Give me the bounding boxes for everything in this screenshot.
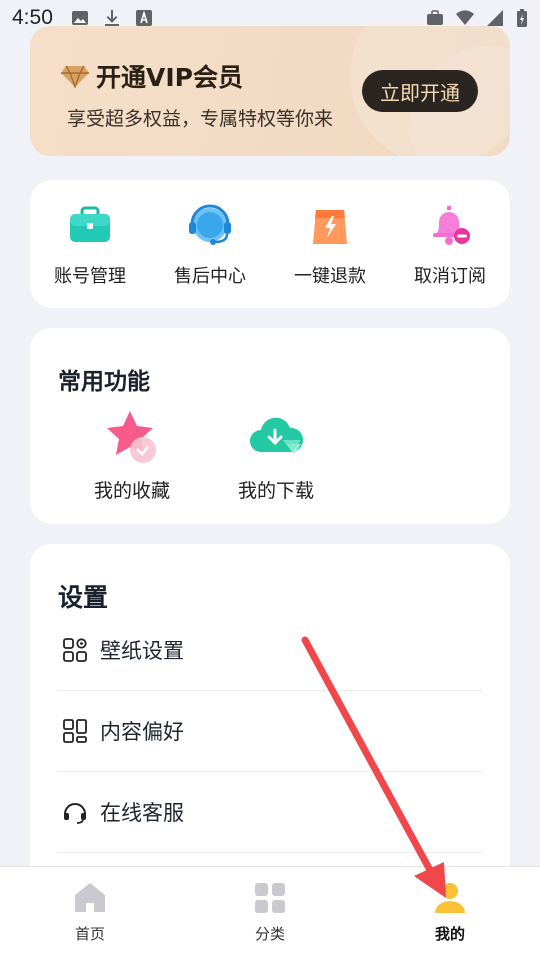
image-icon [71,11,88,25]
tab-home-label: 首页 [74,925,105,943]
vip-subtitle: 享受超多权益，专属特权等你来 [67,108,334,130]
cancel-subscription-button[interactable]: 取消订阅 [390,180,510,308]
common-functions-title: 常用功能 [58,369,150,395]
download-icon [104,10,119,26]
diamond-icon [61,65,89,88]
cloud-download-icon [250,417,304,454]
settings-title: 设置 [58,583,109,612]
content-preference-label: 内容偏好 [100,720,184,744]
vip-title: 开通VIP会员 [96,63,243,92]
tab-mine-label: 我的 [434,925,465,943]
layout-icon [63,719,87,743]
account-management-label: 账号管理 [54,266,126,287]
my-favorites-label: 我的收藏 [93,480,170,502]
tab-category-label: 分类 [254,925,285,943]
tab-mine[interactable]: 我的 [360,867,540,960]
vip-banner[interactable]: 开通VIP会员 享受超多权益，专属特权等你来 立即开通 [30,26,510,156]
star-heart-icon [107,411,156,463]
headphones-icon [64,803,86,824]
one-click-refund-button[interactable]: 一键退款 [270,180,390,308]
work-profile-icon [427,10,443,25]
home-icon [75,883,105,912]
headset-icon [189,204,231,245]
signal-icon [487,10,503,26]
my-downloads-button[interactable]: 我的下载 [216,408,336,503]
online-service-label: 在线客服 [100,801,184,825]
refund-bag-icon [313,210,347,244]
vip-title-row: 开通VIP会员 [60,58,243,94]
after-sales-button[interactable]: 售后中心 [150,180,270,308]
after-sales-label: 售后中心 [174,266,246,287]
tab-category[interactable]: 分类 [180,867,360,960]
category-grid-icon [255,883,285,913]
font-icon [135,10,152,26]
wallpaper-settings-label: 壁纸设置 [100,639,184,663]
bottom-nav: 首页 分类 我的 [0,866,540,960]
briefcase-icon [70,206,110,242]
content-preference-row[interactable]: 内容偏好 [58,691,482,772]
user-icon [435,883,465,913]
cancel-subscription-label: 取消订阅 [414,266,486,287]
wifi-icon [456,10,474,25]
grid-gear-icon [63,638,87,662]
wallpaper-settings-row[interactable]: 壁纸设置 [58,610,482,691]
quick-actions-card: 账号管理 售后中心 一键退款 取消订阅 [30,180,510,308]
my-downloads-label: 我的下载 [237,480,314,502]
battery-icon [517,9,527,27]
tab-home[interactable]: 首页 [0,867,180,960]
online-service-row[interactable]: 在线客服 [58,772,482,853]
my-favorites-button[interactable]: 我的收藏 [72,408,192,503]
bell-minus-icon [433,206,470,245]
common-functions-card: 常用功能 我的收藏 我的下载 [30,328,510,524]
one-click-refund-label: 一键退款 [294,266,366,287]
account-management-button[interactable]: 账号管理 [30,180,150,308]
vip-open-button[interactable]: 立即开通 [362,70,478,112]
